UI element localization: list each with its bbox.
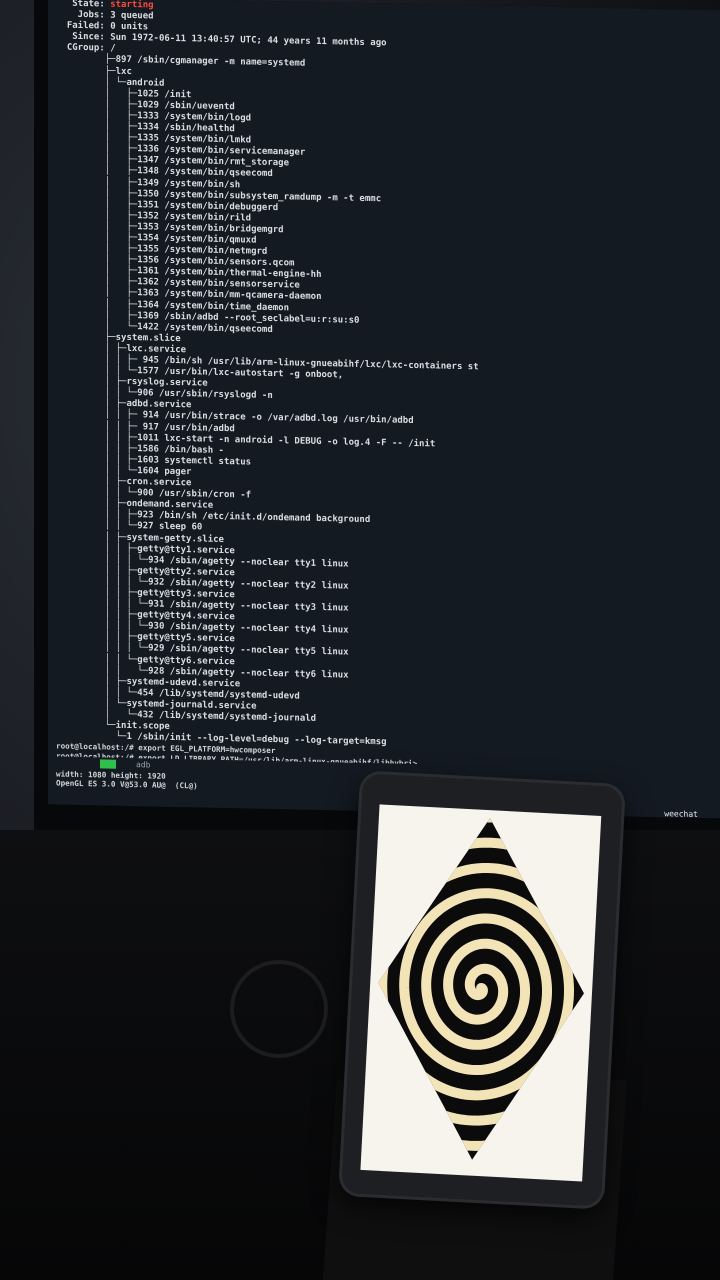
status-label: State: (56, 0, 111, 10)
statusbar-active-indicator (100, 759, 116, 769)
status-label: Since: (56, 31, 111, 43)
cable (230, 960, 328, 1058)
phone (341, 773, 623, 1207)
status-label: CGroup: (56, 42, 111, 54)
status-value: 3 queued (110, 10, 154, 22)
statusbar-right-label: weechat (664, 809, 698, 819)
monitor-screen: State: starting Jobs: 3 queued Failed: 0… (48, 0, 720, 819)
terminal-output: State: starting Jobs: 3 queued Failed: 0… (56, 0, 720, 802)
status-label: Jobs: (56, 9, 111, 21)
status-value: starting (110, 0, 154, 11)
status-value: / (110, 43, 116, 55)
status-label: Failed: (56, 20, 111, 32)
spiral-group (369, 812, 593, 1166)
spiral-diamond-graphic (369, 812, 593, 1166)
status-value: 0 units (110, 21, 149, 33)
monitor: State: starting Jobs: 3 queued Failed: 0… (34, 0, 720, 847)
phone-screen (360, 804, 602, 1182)
statusbar-window-label: adb (136, 760, 151, 770)
